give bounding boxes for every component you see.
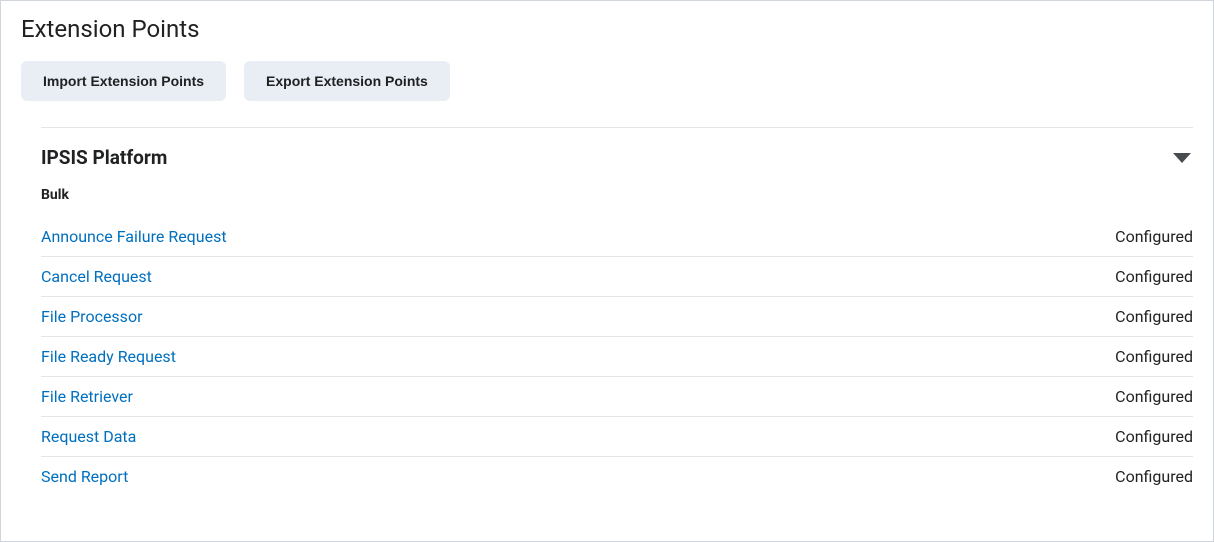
extension-link-file-processor[interactable]: File Processor — [41, 307, 142, 326]
section-subheading: Bulk — [41, 187, 1193, 203]
export-extension-points-button[interactable]: Export Extension Points — [244, 61, 450, 101]
list-item: File Retriever Configured — [41, 377, 1193, 417]
extension-link-cancel-request[interactable]: Cancel Request — [41, 267, 152, 286]
status-label: Configured — [1115, 307, 1193, 326]
extension-link-request-data[interactable]: Request Data — [41, 427, 136, 446]
toolbar: Import Extension Points Export Extension… — [21, 61, 1193, 101]
chevron-down-icon — [1173, 153, 1191, 163]
header-area: Extension Points Import Extension Points… — [1, 1, 1213, 101]
list-item: File Processor Configured — [41, 297, 1193, 337]
list-item: Send Report Configured — [41, 457, 1193, 496]
extension-link-file-ready-request[interactable]: File Ready Request — [41, 347, 176, 366]
page-title: Extension Points — [21, 15, 1193, 43]
status-label: Configured — [1115, 387, 1193, 406]
status-label: Configured — [1115, 347, 1193, 366]
status-label: Configured — [1115, 467, 1193, 486]
status-label: Configured — [1115, 227, 1193, 246]
list-item: File Ready Request Configured — [41, 337, 1193, 377]
content-area: IPSIS Platform Bulk Announce Failure Req… — [1, 127, 1213, 496]
app-frame: Extension Points Import Extension Points… — [0, 0, 1214, 542]
extension-link-file-retriever[interactable]: File Retriever — [41, 387, 133, 406]
section-title: IPSIS Platform — [41, 146, 167, 169]
extension-link-announce-failure-request[interactable]: Announce Failure Request — [41, 227, 227, 246]
status-label: Configured — [1115, 427, 1193, 446]
list-item: Request Data Configured — [41, 417, 1193, 457]
list-item: Announce Failure Request Configured — [41, 217, 1193, 257]
import-extension-points-button[interactable]: Import Extension Points — [21, 61, 226, 101]
section-header[interactable]: IPSIS Platform — [41, 146, 1193, 169]
extension-link-send-report[interactable]: Send Report — [41, 467, 128, 486]
divider — [41, 127, 1193, 128]
status-label: Configured — [1115, 267, 1193, 286]
list-item: Cancel Request Configured — [41, 257, 1193, 297]
extension-list: Announce Failure Request Configured Canc… — [41, 217, 1193, 496]
